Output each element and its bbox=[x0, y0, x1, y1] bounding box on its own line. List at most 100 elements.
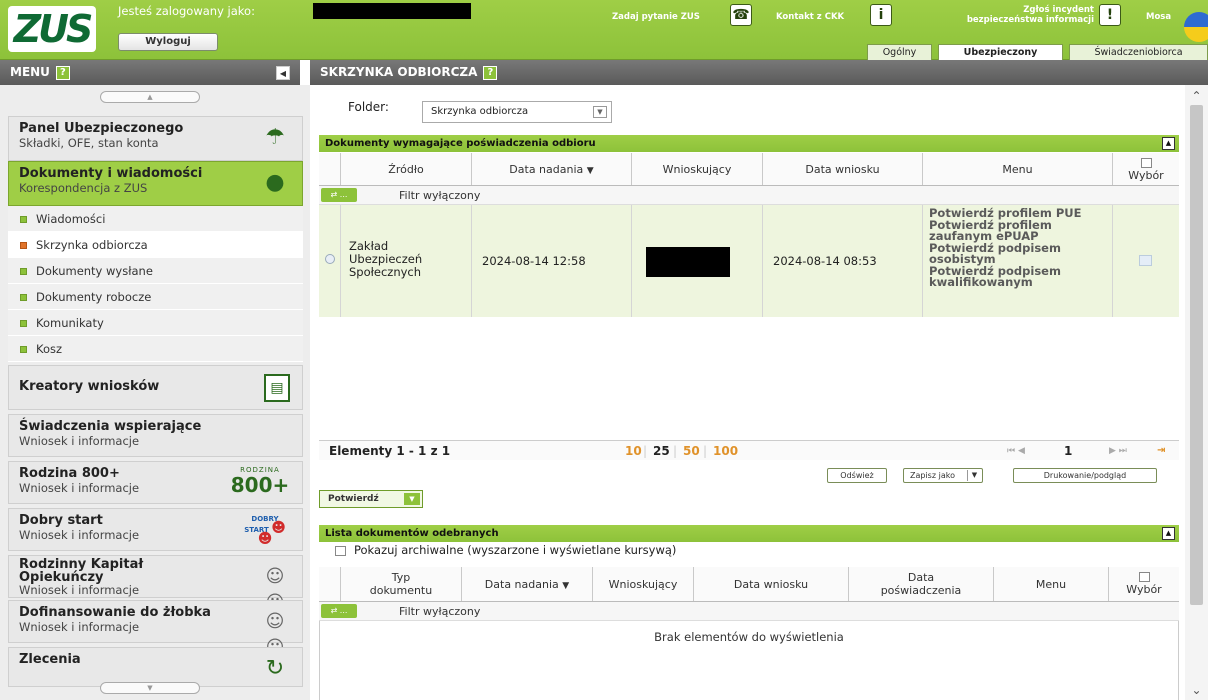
row-select-col bbox=[319, 153, 341, 185]
select-all-checkbox[interactable] bbox=[1140, 158, 1152, 168]
panel-zlobek[interactable]: Dofinansowanie do żłobka Wniosek i infor… bbox=[8, 600, 303, 658]
next-last-icon[interactable]: ▶ ⏭ bbox=[1109, 441, 1127, 461]
confirm-label: Potwierdź bbox=[328, 494, 379, 504]
panel-rodzina-800[interactable]: Rodzina 800+ Wniosek i informacje RODZIN… bbox=[8, 461, 303, 504]
collapse-section-icon[interactable]: ▲ bbox=[1162, 527, 1175, 540]
scroll-down-icon[interactable]: ▼ bbox=[100, 682, 200, 694]
logged-in-label: Jesteś zalogowany jako: bbox=[118, 4, 255, 18]
chevron-down-icon[interactable]: ▼ bbox=[404, 493, 420, 505]
panel-dokumenty[interactable]: Dokumenty i wiadomości Korespondencja z … bbox=[8, 161, 303, 206]
sort-desc-icon: ▼ bbox=[562, 581, 570, 591]
folder-value: Skrzynka odbiorcza bbox=[431, 106, 529, 117]
dobry-start-logo: DOBRY START ☻☻ bbox=[240, 515, 290, 546]
sidebar-item-label: Wiadomości bbox=[36, 212, 106, 226]
scroll-down-icon[interactable]: ⌄ bbox=[1190, 683, 1203, 697]
umbrella-icon: ☂ bbox=[265, 125, 285, 150]
sidebar-item-kosz[interactable]: Kosz bbox=[8, 336, 303, 362]
col-requester[interactable]: Wnioskujący bbox=[632, 153, 763, 185]
panel-kreatory[interactable]: Kreatory wniosków ▤ bbox=[8, 365, 303, 410]
page-size-100[interactable]: 100 bbox=[713, 441, 738, 461]
panel-subtitle: Wniosek i informacje bbox=[19, 434, 140, 448]
table-border bbox=[319, 621, 320, 700]
col-doc-type-label: Typ dokumentu bbox=[369, 571, 433, 597]
bullet-icon bbox=[20, 242, 27, 249]
chevron-down-icon: ▼ bbox=[967, 470, 981, 481]
sidebar-item-skrzynka[interactable]: Skrzynka odbiorcza bbox=[8, 232, 303, 258]
expand-icon[interactable]: ⇥ bbox=[1157, 441, 1165, 461]
col-doc-type[interactable]: Typ dokumentu bbox=[341, 567, 462, 601]
collapse-section-icon[interactable]: ▲ bbox=[1162, 137, 1175, 150]
main-scrollbar[interactable]: ⌃ ⌄ bbox=[1185, 85, 1208, 700]
confirm-button[interactable]: Potwierdź ▼ bbox=[319, 490, 423, 508]
row-checkbox[interactable] bbox=[1139, 255, 1152, 266]
scroll-up-icon[interactable]: ⌃ bbox=[1190, 89, 1203, 103]
save-as-button[interactable]: Zapisz jako ▼ bbox=[903, 468, 983, 483]
col-confirm-date[interactable]: Data poświadczenia bbox=[849, 567, 994, 601]
confirm-qualified-link[interactable]: Potwierdź podpisem kwalifikowanym bbox=[929, 265, 1099, 289]
select-all-checkbox[interactable] bbox=[1138, 572, 1150, 582]
col-request-date[interactable]: Data wniosku bbox=[763, 153, 923, 185]
radio-icon[interactable] bbox=[325, 254, 335, 264]
refresh-icon: ↻ bbox=[265, 656, 285, 681]
sidebar-item-wyslane[interactable]: Dokumenty wysłane bbox=[8, 258, 303, 284]
scroll-up-icon[interactable]: ▲ bbox=[100, 91, 200, 103]
panel-dobry-start[interactable]: Dobry start Wniosek i informacje DOBRY S… bbox=[8, 508, 303, 551]
sidebar-item-komunikaty[interactable]: Komunikaty bbox=[8, 310, 303, 336]
logout-button[interactable]: Wyloguj bbox=[118, 33, 218, 51]
archive-toggle[interactable]: Pokazuj archiwalne (wyszarzone i wyświet… bbox=[335, 543, 676, 557]
col-select-label: Wybór bbox=[1128, 169, 1164, 182]
zus-logo: ZUS bbox=[8, 6, 96, 52]
col-sent-date[interactable]: Data nadania ▼ bbox=[462, 567, 593, 601]
sidebar-item-robocze[interactable]: Dokumenty robocze bbox=[8, 284, 303, 310]
col-select[interactable]: Wybór bbox=[1109, 567, 1179, 601]
panel-title: Świadczenia wspierające bbox=[19, 419, 202, 434]
col-select[interactable]: Wybór bbox=[1113, 153, 1179, 185]
panel-zlecenia[interactable]: Zlecenia ↻ bbox=[8, 647, 303, 687]
page-size-10[interactable]: 10 bbox=[625, 441, 642, 461]
filter-button[interactable]: ⇄ ... bbox=[321, 188, 357, 202]
tab-ogolny[interactable]: Ogólny bbox=[867, 44, 932, 60]
panel-rodzinny-kapital[interactable]: Rodzinny Kapitał Opiekuńczy Wniosek i in… bbox=[8, 555, 303, 613]
filter-button[interactable]: ⇄ ... bbox=[321, 604, 357, 618]
print-preview-button[interactable]: Drukowanie/podgląd bbox=[1013, 468, 1157, 483]
col-requester[interactable]: Wnioskujący bbox=[593, 567, 694, 601]
ukraine-flag-icon[interactable] bbox=[1184, 12, 1208, 42]
col-source[interactable]: Źródło bbox=[341, 153, 472, 185]
page-size-25[interactable]: 25 bbox=[653, 441, 670, 461]
scrollbar-thumb[interactable] bbox=[1190, 105, 1203, 605]
col-sent-date[interactable]: Data nadania ▼ bbox=[472, 153, 632, 185]
page-size-50[interactable]: 50 bbox=[683, 441, 700, 461]
tab-swiadczeniobiorca[interactable]: Świadczeniobiorca bbox=[1069, 44, 1208, 60]
collapse-menu-icon[interactable]: ◀ bbox=[276, 66, 290, 80]
archive-checkbox[interactable] bbox=[335, 545, 346, 556]
cell-requester bbox=[632, 205, 763, 317]
tab-ubezpieczony[interactable]: Ubezpieczony bbox=[938, 44, 1063, 60]
refresh-button[interactable]: Odśwież bbox=[827, 468, 887, 483]
first-prev-icon[interactable]: ⏮ ◀ bbox=[1007, 441, 1025, 461]
confirm-personal-link[interactable]: Potwierdź podpisem osobistym bbox=[929, 242, 1099, 266]
sidebar-item-wiadomosci[interactable]: Wiadomości bbox=[8, 206, 303, 232]
table-header-received: Typ dokumentu Data nadania ▼ Wnioskujący… bbox=[319, 567, 1179, 602]
sidebar-item-label: Dokumenty wysłane bbox=[36, 264, 153, 278]
confirm-epuap-link[interactable]: Potwierdź profilem zaufanym ePUAP bbox=[929, 219, 1099, 243]
bullet-icon bbox=[20, 268, 27, 275]
filter-label: Filtr wyłączony bbox=[399, 189, 481, 202]
panel-swiadczenia[interactable]: Świadczenia wspierające Wniosek i inform… bbox=[8, 414, 303, 457]
row-radio[interactable] bbox=[319, 205, 341, 317]
contact-ckk-link[interactable]: Kontakt z CKK bbox=[776, 12, 844, 22]
help-icon[interactable]: ? bbox=[55, 65, 70, 80]
filter-button-label: ... bbox=[339, 190, 348, 199]
help-icon[interactable]: ? bbox=[483, 65, 498, 80]
panel-ubezpieczonego[interactable]: Panel Ubezpieczonego Składki, OFE, stan … bbox=[8, 116, 303, 161]
phone-icon[interactable]: ☎ bbox=[730, 4, 752, 26]
ask-zus-link[interactable]: Zadaj pytanie ZUS bbox=[612, 12, 700, 22]
table-row[interactable]: Zakład Ubezpieczeń Społecznych 2024-08-1… bbox=[319, 205, 1179, 317]
folder-select[interactable]: Skrzynka odbiorcza ▼ bbox=[422, 101, 612, 123]
info-icon[interactable]: i bbox=[870, 4, 892, 26]
panel-title: Zlecenia bbox=[19, 652, 81, 667]
col-request-date[interactable]: Data wniosku bbox=[694, 567, 849, 601]
cell-sent-date: 2024-08-14 12:58 bbox=[472, 205, 632, 317]
alert-icon[interactable]: ! bbox=[1099, 4, 1121, 26]
incident-link[interactable]: Zgłoś incydent bezpieczeństwa informacji bbox=[922, 5, 1094, 25]
col-select-label: Wybór bbox=[1126, 583, 1162, 596]
